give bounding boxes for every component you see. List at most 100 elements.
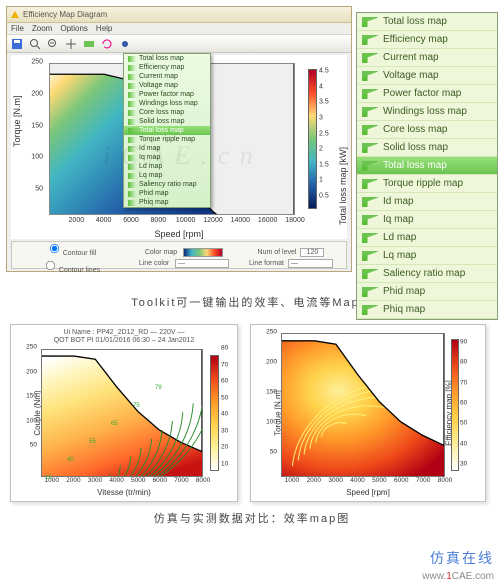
dropdown-item[interactable]: Phiq map (124, 198, 210, 207)
dropdown-item[interactable]: Ld map (124, 162, 210, 171)
map-chip-icon (362, 215, 378, 225)
sidebar-item[interactable]: Phid map (357, 283, 497, 301)
map-chip-icon (128, 182, 136, 188)
colorbar-label: Total loss map [kW] (338, 147, 348, 225)
line-format-label: Line format (249, 260, 284, 267)
bl-colorbar-ticks: 1020304050607080 (221, 355, 233, 471)
sidebar-item[interactable]: Efficiency map (357, 31, 497, 49)
save-icon[interactable] (11, 38, 23, 50)
map-chip-icon (128, 56, 136, 62)
br-plot (281, 333, 445, 477)
dropdown-item[interactable]: Power factor map (124, 90, 210, 99)
caption-bottom: 仿真与实测数据对比：效率map图 (0, 510, 504, 526)
sidebar-item[interactable]: Phiq map (357, 301, 497, 319)
dropdown-item[interactable]: Core loss map (124, 108, 210, 117)
map-chip-icon (128, 65, 136, 71)
map-select-icon[interactable] (83, 38, 95, 50)
dropdown-item[interactable]: Efficiency map (124, 63, 210, 72)
map-chip-icon (128, 191, 136, 197)
sidebar-item[interactable]: Id map (357, 193, 497, 211)
zoom-out-icon[interactable] (47, 38, 59, 50)
map-chip-icon (362, 287, 378, 297)
bl-xlabel: Vitesse (tr/min) (97, 488, 151, 497)
color-map-label: Color map (145, 249, 177, 256)
menu-help[interactable]: Help (96, 24, 112, 33)
map-chip-icon (128, 200, 136, 206)
menubar: File Zoom Options Help (7, 23, 351, 35)
dropdown-item[interactable]: Windings loss map (124, 99, 210, 108)
map-chip-icon (362, 89, 378, 99)
dropdown-item[interactable]: Current map (124, 72, 210, 81)
sidebar-item[interactable]: Lq map (357, 247, 497, 265)
dropdown-item[interactable]: Voltage map (124, 81, 210, 90)
dot-icon[interactable] (119, 38, 131, 50)
num-level-input[interactable]: 120 (300, 248, 324, 257)
sidebar-item[interactable]: Windings loss map (357, 103, 497, 121)
dropdown-item[interactable]: Solid loss map (124, 117, 210, 126)
pan-icon[interactable] (65, 38, 77, 50)
map-chip-icon (362, 269, 378, 279)
map-type-list: Total loss mapEfficiency mapCurrent mapV… (356, 12, 498, 320)
dropdown-item[interactable]: Lq map (124, 171, 210, 180)
colorbar-ticks: 0.511.522.533.544.5 (319, 69, 335, 209)
sidebar-item[interactable]: Ld map (357, 229, 497, 247)
bl-plot (41, 349, 203, 477)
options-panel: Contour fill Contour lines Color map Lin… (11, 241, 347, 269)
sidebar-item[interactable]: Saliency ratio map (357, 265, 497, 283)
line-color-input[interactable]: — (175, 259, 229, 268)
sidebar-item[interactable]: Voltage map (357, 67, 497, 85)
dropdown-item[interactable]: Total loss map (124, 54, 210, 63)
bl-header: Ui Name : PP42_2D12_RD — 220V — QOT BOT … (13, 329, 235, 344)
bl-xticks: 10002000300040005000600070008000 (41, 477, 203, 487)
map-chip-icon (128, 83, 136, 89)
sidebar-item[interactable]: Iq map (357, 211, 497, 229)
sidebar-item[interactable]: Core loss map (357, 121, 497, 139)
map-chip-icon (362, 125, 378, 135)
footer-url: www.1CAE.com (422, 571, 494, 582)
map-chip-icon (128, 119, 136, 125)
dropdown-item[interactable]: Id map (124, 144, 210, 153)
app-icon (11, 11, 19, 18)
map-chip-icon (128, 74, 136, 80)
map-dropdown[interactable]: Total loss mapEfficiency mapCurrent mapV… (123, 53, 211, 208)
radio-contour-lines[interactable]: Contour lines (44, 259, 100, 274)
menu-file[interactable]: File (11, 24, 24, 33)
dropdown-item[interactable]: Phid map (124, 189, 210, 198)
map-chip-icon (362, 251, 378, 261)
y-ticks: 50100150200250 (25, 63, 47, 215)
dropdown-item[interactable]: Iq map (124, 153, 210, 162)
footer-brand: 仿真在线 (430, 548, 494, 568)
map-chip-icon (128, 128, 136, 134)
br-colorbar (451, 339, 459, 471)
map-chip-icon (362, 53, 378, 63)
radio-contour-fill[interactable]: Contour fill (48, 242, 96, 257)
sidebar-item[interactable]: Power factor map (357, 85, 497, 103)
titlebar: Efficiency Map Diagram (7, 7, 351, 23)
br-colorbar-ticks: 30405060708090 (460, 339, 472, 471)
bottom-left-chart: Ui Name : PP42_2D12_RD — 220V — QOT BOT … (10, 324, 238, 502)
sidebar-item[interactable]: Solid loss map (357, 139, 497, 157)
bottom-right-chart: Torque [N.m] Speed [rpm] Efficiency map … (250, 324, 486, 502)
map-chip-icon (128, 110, 136, 116)
line-color-label: Line color (139, 260, 169, 267)
color-map-swatch[interactable] (183, 248, 223, 257)
line-format-input[interactable]: — (288, 259, 333, 268)
map-chip-icon (128, 146, 136, 152)
dropdown-item[interactable]: Torque ripple map (124, 135, 210, 144)
menu-options[interactable]: Options (60, 24, 88, 33)
refresh-icon[interactable] (101, 38, 113, 50)
map-chip-icon (128, 137, 136, 143)
sidebar-item[interactable]: Torque ripple map (357, 175, 497, 193)
sidebar-item[interactable]: Total loss map (357, 13, 497, 31)
sidebar-item[interactable]: Total loss map (357, 157, 497, 175)
zoom-in-icon[interactable] (29, 38, 41, 50)
x-ticks: 2000400060008000100001200014000160001800… (49, 217, 295, 229)
dropdown-item[interactable]: Total loss map (124, 126, 210, 135)
dropdown-item[interactable]: Saliency ratio map (124, 180, 210, 189)
menu-zoom[interactable]: Zoom (32, 24, 52, 33)
map-chip-icon (362, 71, 378, 81)
sidebar-item[interactable]: Current map (357, 49, 497, 67)
map-chip-icon (128, 173, 136, 179)
map-chip-icon (128, 164, 136, 170)
y-axis-label: Torque [N.m] (12, 95, 22, 147)
